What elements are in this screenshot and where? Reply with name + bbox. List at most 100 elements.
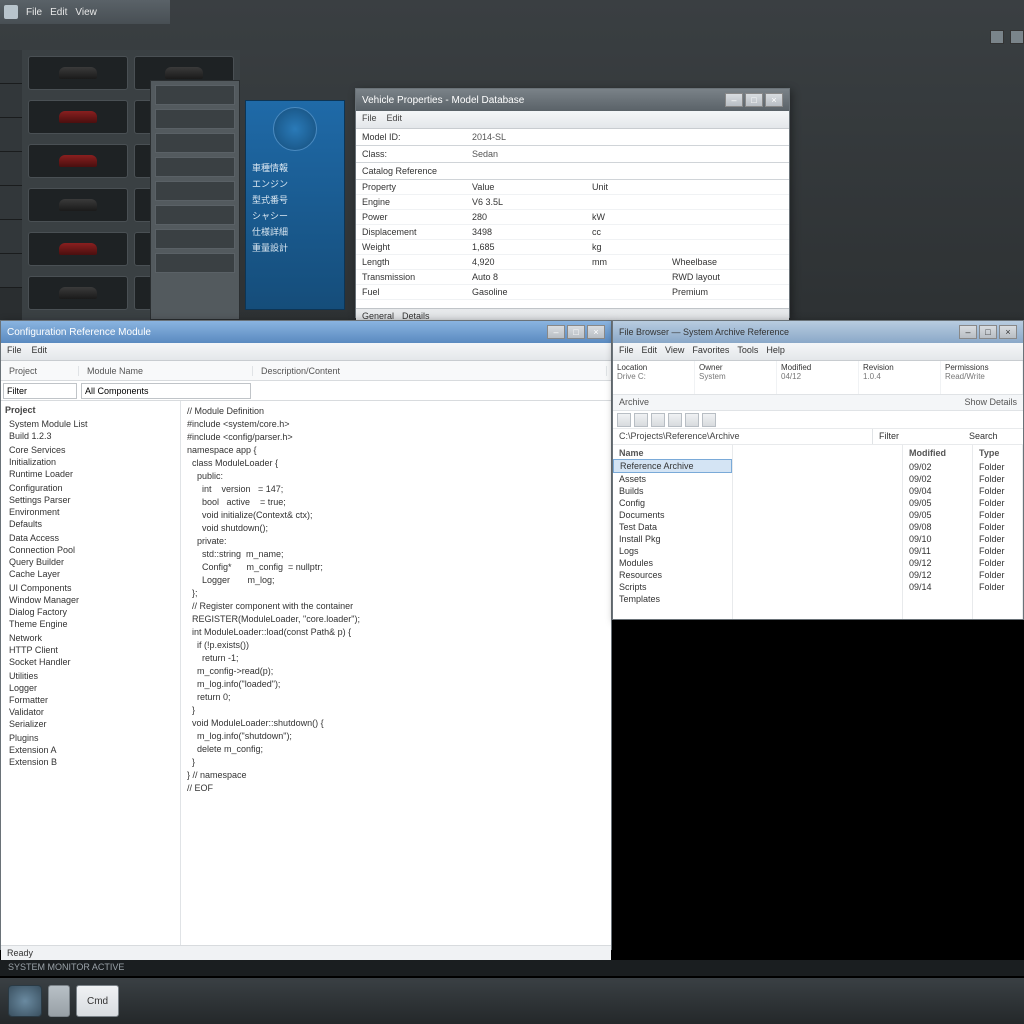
- close-button[interactable]: ×: [765, 93, 783, 107]
- maximize-button[interactable]: □: [979, 325, 997, 339]
- col-header[interactable]: Description/Content: [257, 366, 607, 376]
- tree-item[interactable]: Window Manager: [5, 594, 176, 606]
- tree-item[interactable]: Formatter: [5, 694, 176, 706]
- menu-item[interactable]: Edit: [32, 345, 48, 358]
- tree-item[interactable]: Query Builder: [5, 556, 176, 568]
- tool-button[interactable]: [702, 413, 716, 427]
- tree-item[interactable]: Data Access: [5, 532, 176, 544]
- menu-item[interactable]: Edit: [50, 7, 67, 18]
- tree-item[interactable]: HTTP Client: [5, 644, 176, 656]
- menu-item[interactable]: Edit: [387, 113, 403, 126]
- tree-item[interactable]: Logger: [5, 682, 176, 694]
- tree-item[interactable]: Dialog Factory: [5, 606, 176, 618]
- tree-item[interactable]: Serializer: [5, 718, 176, 730]
- menu-item[interactable]: View: [665, 345, 684, 358]
- tree-item[interactable]: Build 1.2.3: [5, 430, 176, 442]
- vehicle-thumb[interactable]: [28, 144, 128, 178]
- tree-item[interactable]: Settings Parser: [5, 494, 176, 506]
- tree-item[interactable]: Validator: [5, 706, 176, 718]
- tree-item[interactable]: Cache Layer: [5, 568, 176, 580]
- tree-item[interactable]: Configuration: [5, 482, 176, 494]
- minimize-button[interactable]: –: [725, 93, 743, 107]
- maximize-button[interactable]: □: [745, 93, 763, 107]
- list-item[interactable]: Scripts: [613, 581, 732, 593]
- cell: Auto 8: [472, 272, 592, 282]
- tree-item[interactable]: Connection Pool: [5, 544, 176, 556]
- col-header[interactable]: Type: [973, 447, 1022, 459]
- list-item[interactable]: Logs: [613, 545, 732, 557]
- maximize-button[interactable]: □: [567, 325, 585, 339]
- vehicle-thumb[interactable]: [28, 188, 128, 222]
- list-item[interactable]: Config: [613, 497, 732, 509]
- brand-logo-icon: [273, 107, 317, 151]
- titlebar[interactable]: Vehicle Properties - Model Database – □ …: [356, 89, 789, 111]
- close-button[interactable]: ×: [999, 325, 1017, 339]
- menu-item[interactable]: Tools: [737, 345, 758, 358]
- tree-item[interactable]: Runtime Loader: [5, 468, 176, 480]
- menu-item[interactable]: Favorites: [692, 345, 729, 358]
- tray-icon[interactable]: [1010, 30, 1024, 44]
- col-header[interactable]: Name: [613, 447, 732, 459]
- tree-item[interactable]: Core Services: [5, 444, 176, 456]
- tree-item[interactable]: Utilities: [5, 670, 176, 682]
- tool-button[interactable]: [685, 413, 699, 427]
- menu-item[interactable]: File: [7, 345, 22, 358]
- menu-item[interactable]: File: [26, 7, 42, 18]
- tree-item[interactable]: Initialization: [5, 456, 176, 468]
- tree-item[interactable]: Network: [5, 632, 176, 644]
- tree-item[interactable]: Socket Handler: [5, 656, 176, 668]
- titlebar[interactable]: Configuration Reference Module – □ ×: [1, 321, 611, 343]
- col-header[interactable]: Project: [5, 366, 79, 376]
- vehicle-thumb[interactable]: [28, 100, 128, 134]
- col-header[interactable]: Module Name: [83, 366, 253, 376]
- filter-input[interactable]: [3, 383, 77, 399]
- back-button[interactable]: [617, 413, 631, 427]
- titlebar[interactable]: File Browser — System Archive Reference …: [613, 321, 1023, 343]
- menu-item[interactable]: Edit: [642, 345, 658, 358]
- col-header[interactable]: Modified: [903, 447, 972, 459]
- minimize-button[interactable]: –: [959, 325, 977, 339]
- search-label[interactable]: Search: [963, 429, 1023, 444]
- list-item[interactable]: Modules: [613, 557, 732, 569]
- vehicle-thumb[interactable]: [28, 232, 128, 266]
- breadcrumb[interactable]: C:\Projects\Reference\Archive: [613, 429, 873, 444]
- tree-item[interactable]: Plugins: [5, 732, 176, 744]
- menu-item[interactable]: Help: [766, 345, 785, 358]
- tree-item[interactable]: Environment: [5, 506, 176, 518]
- project-tree[interactable]: Project System Module ListBuild 1.2.3Cor…: [1, 401, 181, 945]
- list-item[interactable]: Reference Archive: [613, 459, 732, 473]
- list-item[interactable]: Assets: [613, 473, 732, 485]
- date-cell: 09/02: [903, 461, 972, 473]
- list-item[interactable]: Install Pkg: [613, 533, 732, 545]
- tree-item[interactable]: Extension B: [5, 756, 176, 768]
- list-item[interactable]: Resources: [613, 569, 732, 581]
- vehicle-thumb[interactable]: [28, 56, 128, 90]
- code-line: int version = 147;: [187, 483, 605, 496]
- list-item[interactable]: Documents: [613, 509, 732, 521]
- tree-item[interactable]: System Module List: [5, 418, 176, 430]
- tree-item[interactable]: UI Components: [5, 582, 176, 594]
- code-editor[interactable]: // Module Definition#include <system/cor…: [181, 401, 611, 945]
- up-button[interactable]: [651, 413, 665, 427]
- tray-icon[interactable]: [990, 30, 1004, 44]
- filter-input[interactable]: [81, 383, 251, 399]
- menu-item[interactable]: File: [362, 113, 377, 126]
- close-button[interactable]: ×: [587, 325, 605, 339]
- list-item[interactable]: Templates: [613, 593, 732, 605]
- menu-item[interactable]: File: [619, 345, 634, 358]
- forward-button[interactable]: [634, 413, 648, 427]
- vehicle-thumb[interactable]: [28, 276, 128, 310]
- taskbar-app[interactable]: Cmd: [76, 985, 119, 1017]
- tree-item[interactable]: Defaults: [5, 518, 176, 530]
- tree-item[interactable]: Theme Engine: [5, 618, 176, 630]
- start-button[interactable]: [8, 985, 42, 1017]
- refresh-button[interactable]: [668, 413, 682, 427]
- menu-item[interactable]: View: [75, 7, 97, 18]
- taskbar-app[interactable]: [48, 985, 70, 1017]
- details-toggle[interactable]: Show Details: [964, 397, 1017, 408]
- filter-label[interactable]: Filter: [873, 429, 963, 444]
- minimize-button[interactable]: –: [547, 325, 565, 339]
- list-item[interactable]: Builds: [613, 485, 732, 497]
- list-item[interactable]: Test Data: [613, 521, 732, 533]
- tree-item[interactable]: Extension A: [5, 744, 176, 756]
